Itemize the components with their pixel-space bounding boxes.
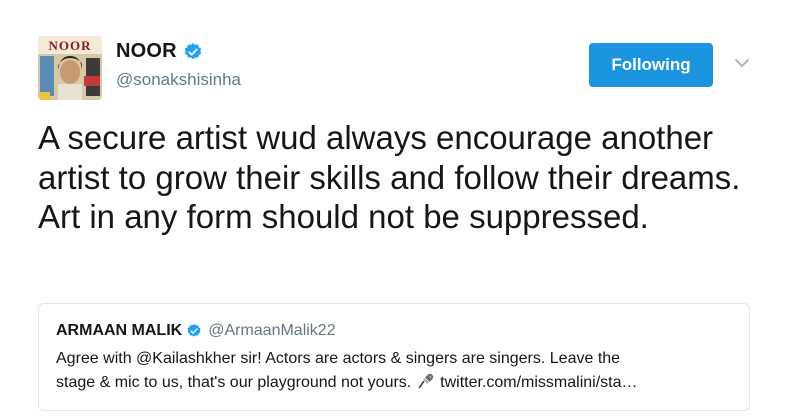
- quoted-author-name: ARMAAN MALIK: [56, 322, 183, 339]
- quoted-tweet-text: Agree with @Kailashkher sir! Actors are …: [56, 347, 736, 395]
- verified-badge-icon: [186, 323, 202, 339]
- tweet-text: A secure artist wud always encourage ano…: [38, 119, 741, 235]
- quoted-tweet[interactable]: ARMAAN MALIK @ArmaanMalik22 Agree with @…: [38, 303, 750, 411]
- microphone-icon: [418, 373, 434, 389]
- quoted-tweet-link[interactable]: twitter.com/missmalini/sta…: [436, 374, 637, 391]
- verified-badge-icon: [183, 42, 203, 62]
- quoted-tweet-line-1: Agree with @Kailashkher sir! Actors are …: [56, 350, 621, 367]
- avatar[interactable]: NOOR: [38, 36, 102, 100]
- author-handle[interactable]: @sonakshisinha: [116, 70, 241, 90]
- tweet-card: NOOR NOOR @sonakshisinha Following A sec…: [0, 0, 800, 419]
- avatar-image: NOOR: [38, 36, 102, 100]
- chevron-down-icon[interactable]: [734, 56, 750, 68]
- quoted-tweet-line-2-text: stage & mic to us, that's our playground…: [56, 374, 416, 391]
- author-display-name[interactable]: NOOR: [116, 40, 177, 63]
- author-display-name-row[interactable]: NOOR: [116, 40, 203, 63]
- svg-text:NOOR: NOOR: [49, 38, 92, 53]
- quoted-author-handle: @ArmaanMalik22: [208, 322, 336, 339]
- quoted-tweet-line-2: stage & mic to us, that's our playground…: [56, 371, 736, 395]
- quoted-tweet-header: ARMAAN MALIK @ArmaanMalik22: [56, 322, 336, 340]
- following-button[interactable]: Following: [589, 43, 713, 87]
